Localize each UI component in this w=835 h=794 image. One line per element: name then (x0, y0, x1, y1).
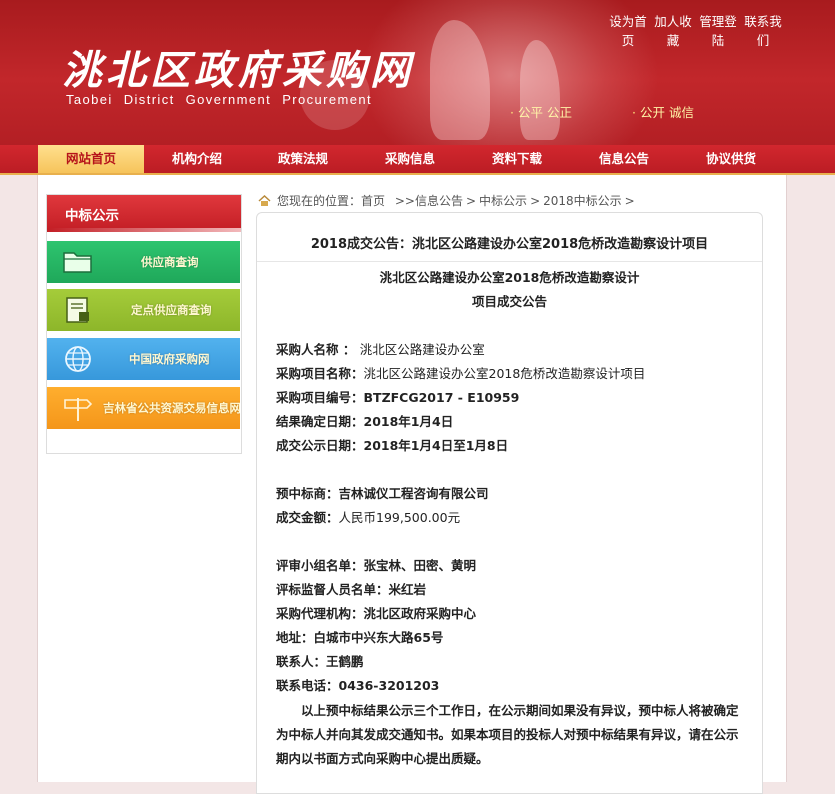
field-label: 预中标商： (276, 486, 339, 501)
field-address: 地址：白城市中兴东大路65号 (276, 627, 443, 646)
nav-agreement-supply[interactable]: 协议供货 (678, 145, 784, 173)
field-value: 米红岩 (388, 582, 427, 597)
field-value: 0436-3201203 (338, 678, 440, 693)
field-label: 成交公示日期： (276, 438, 364, 453)
field-phone: 联系电话：0436-3201203 (276, 675, 439, 694)
nav-procurement-info[interactable]: 采购信息 (357, 145, 463, 173)
notice-paragraph: 以上预中标结果公示三个工作日，在公示期间如果没有异议，预中标人将被确定为中标人并… (276, 703, 739, 766)
nav-home[interactable]: 网站首页 (38, 145, 144, 173)
add-favorite-link[interactable]: 加人收藏 (653, 12, 693, 50)
admin-login-link[interactable]: 管理登陆 (698, 12, 738, 50)
jilin-resource-trading-label: 吉林省公共资源交易信息网 (103, 401, 240, 415)
site-logo-chinese[interactable]: 洮北区政府采购网 (62, 38, 414, 96)
field-value: 王鹤鹏 (326, 654, 364, 669)
field-value: 洮北区公路建设办公室2018危桥改造勘察设计项目 (363, 366, 646, 381)
field-review-panel: 评审小组名单：张宝林、田密、黄明 (276, 555, 476, 574)
china-gov-procurement-tile[interactable]: 中国政府采购网 (47, 338, 240, 380)
field-label: 评审小组名单： (276, 558, 364, 573)
field-label: 采购项目编号： (276, 390, 364, 405)
designated-supplier-tile[interactable]: 定点供应商查询 (47, 289, 240, 331)
breadcrumb-separator: > (530, 194, 541, 208)
field-value: 2018年1月4日至1月8日 (363, 438, 509, 453)
breadcrumb-2018-bid-notice[interactable]: 2018中标公示 (543, 194, 622, 208)
field-result-date: 结果确定日期：2018年1月4日 (276, 411, 453, 430)
field-label: 联系人： (276, 654, 327, 669)
jilin-resource-trading-tile[interactable]: 吉林省公共资源交易信息网 (47, 387, 240, 429)
globe-icon (65, 346, 91, 372)
breadcrumb-prefix: 您现在的位置： (277, 194, 362, 208)
site-header: 洮北区政府采购网 Taobei District Government Proc… (0, 0, 835, 145)
field-contact-person: 联系人：王鹤鹏 (276, 651, 364, 670)
field-agency: 采购代理机构：洮北区政府采购中心 (276, 603, 476, 622)
set-homepage-label: 设为首页 (609, 14, 647, 48)
sidebar-header: 中标公示 (47, 195, 241, 232)
field-value: 吉林诚仪工程咨询有限公司 (338, 486, 489, 501)
add-favorite-label: 加人收藏 (654, 14, 692, 48)
supplier-search-label: 供应商查询 (141, 255, 199, 269)
field-value: 洮北区公路建设办公室 (359, 342, 485, 357)
contact-us-link[interactable]: 联系我们 (743, 12, 783, 50)
field-label: 采购代理机构： (276, 606, 364, 621)
nav-policy[interactable]: 政策法规 (250, 145, 356, 173)
designated-supplier-label: 定点供应商查询 (131, 303, 212, 317)
breadcrumb: 您现在的位置：首页 >>信息公告 > 中标公示 >2018中标公示 > (258, 192, 638, 209)
supplier-search-tile[interactable]: 供应商查询 (47, 241, 240, 283)
breadcrumb-separator: > (465, 194, 477, 208)
field-label: 地址： (276, 630, 314, 645)
document-lock-icon (66, 297, 89, 323)
sidebar: 中标公示 供应商查询 定点供应商查询 中国政府采购网 吉林省公共资源交易信息网 (46, 194, 242, 454)
nav-downloads[interactable]: 资料下载 (464, 145, 570, 173)
breadcrumb-bid-notice[interactable]: 中标公示 (479, 194, 527, 208)
article-subtitle-1: 洮北区公路建设办公室2018危桥改造勘察设计 (379, 270, 640, 285)
field-value: 洮北区政府采购中心 (363, 606, 477, 621)
field-project-number: 采购项目编号：BTZFCG2017 - E10959 (276, 387, 519, 406)
field-value: BTZFCG2017 - E10959 (363, 390, 520, 405)
field-winning-bidder: 预中标商：吉林诚仪工程咨询有限公司 (276, 483, 489, 502)
slogan-open-text: 公开 诚信 (639, 105, 694, 120)
article-title: 2018成交公告：洮北区公路建设办公室2018危桥改造勘察设计项目 (310, 237, 709, 252)
field-label: 采购人名称 ： (276, 342, 360, 357)
field-label: 采购项目名称： (276, 366, 364, 381)
site-logo-english: Taobei District Government Procurement (66, 92, 373, 107)
field-value: 白城市中兴东大路65号 (313, 630, 444, 645)
folder-icon (63, 252, 92, 273)
article-panel: 2018成交公告：洮北区公路建设办公室2018危桥改造勘察设计项目 洮北区公路建… (256, 212, 763, 794)
field-label: 评标监督人员名单： (276, 582, 389, 597)
title-divider (257, 261, 762, 262)
field-value: 张宝林、田密、黄明 (363, 558, 477, 573)
field-publicity-period: 成交公示日期：2018年1月4日至1月8日 (276, 435, 508, 454)
main-nav: 网站首页 机构介绍 政策法规 采购信息 资料下载 信息公告 协议供货 (0, 145, 835, 175)
field-value: 2018年1月4日 (363, 414, 454, 429)
slogan-fair-text: 公平 公正 (517, 105, 572, 120)
signpost-icon (64, 398, 93, 421)
china-gov-procurement-label: 中国政府采购网 (129, 352, 210, 366)
field-purchaser: 采购人名称 ： 洮北区公路建设办公室 (276, 339, 485, 358)
nav-announcements[interactable]: 信息公告 (571, 145, 677, 173)
article-subtitle-2: 项目成交公告 (471, 294, 547, 309)
field-label: 成交金额： (276, 510, 339, 525)
contact-us-label: 联系我们 (744, 14, 782, 48)
set-homepage-link[interactable]: 设为首页 (608, 12, 648, 50)
field-supervisor: 评标监督人员名单：米红岩 (276, 579, 426, 598)
breadcrumb-separator: > (624, 194, 635, 208)
slogan-fair: · 公平 公正 (510, 105, 572, 120)
nav-about[interactable]: 机构介绍 (144, 145, 250, 173)
field-label: 结果确定日期： (276, 414, 364, 429)
sidebar-title: 中标公示 (65, 208, 119, 224)
field-project-name: 采购项目名称：洮北区公路建设办公室2018危桥改造勘察设计项目 (276, 363, 645, 382)
slogan-open: · 公开 诚信 (632, 105, 694, 120)
field-amount: 成交金额：人民币199,500.00元 (276, 507, 460, 526)
field-label: 联系电话： (276, 678, 339, 693)
breadcrumb-home[interactable]: 首页 (361, 194, 385, 208)
field-value: 人民币199,500.00元 (338, 510, 461, 525)
admin-login-label: 管理登陆 (699, 14, 737, 48)
breadcrumb-announcements[interactable]: >>信息公告 (395, 194, 463, 208)
home-icon (258, 195, 271, 206)
